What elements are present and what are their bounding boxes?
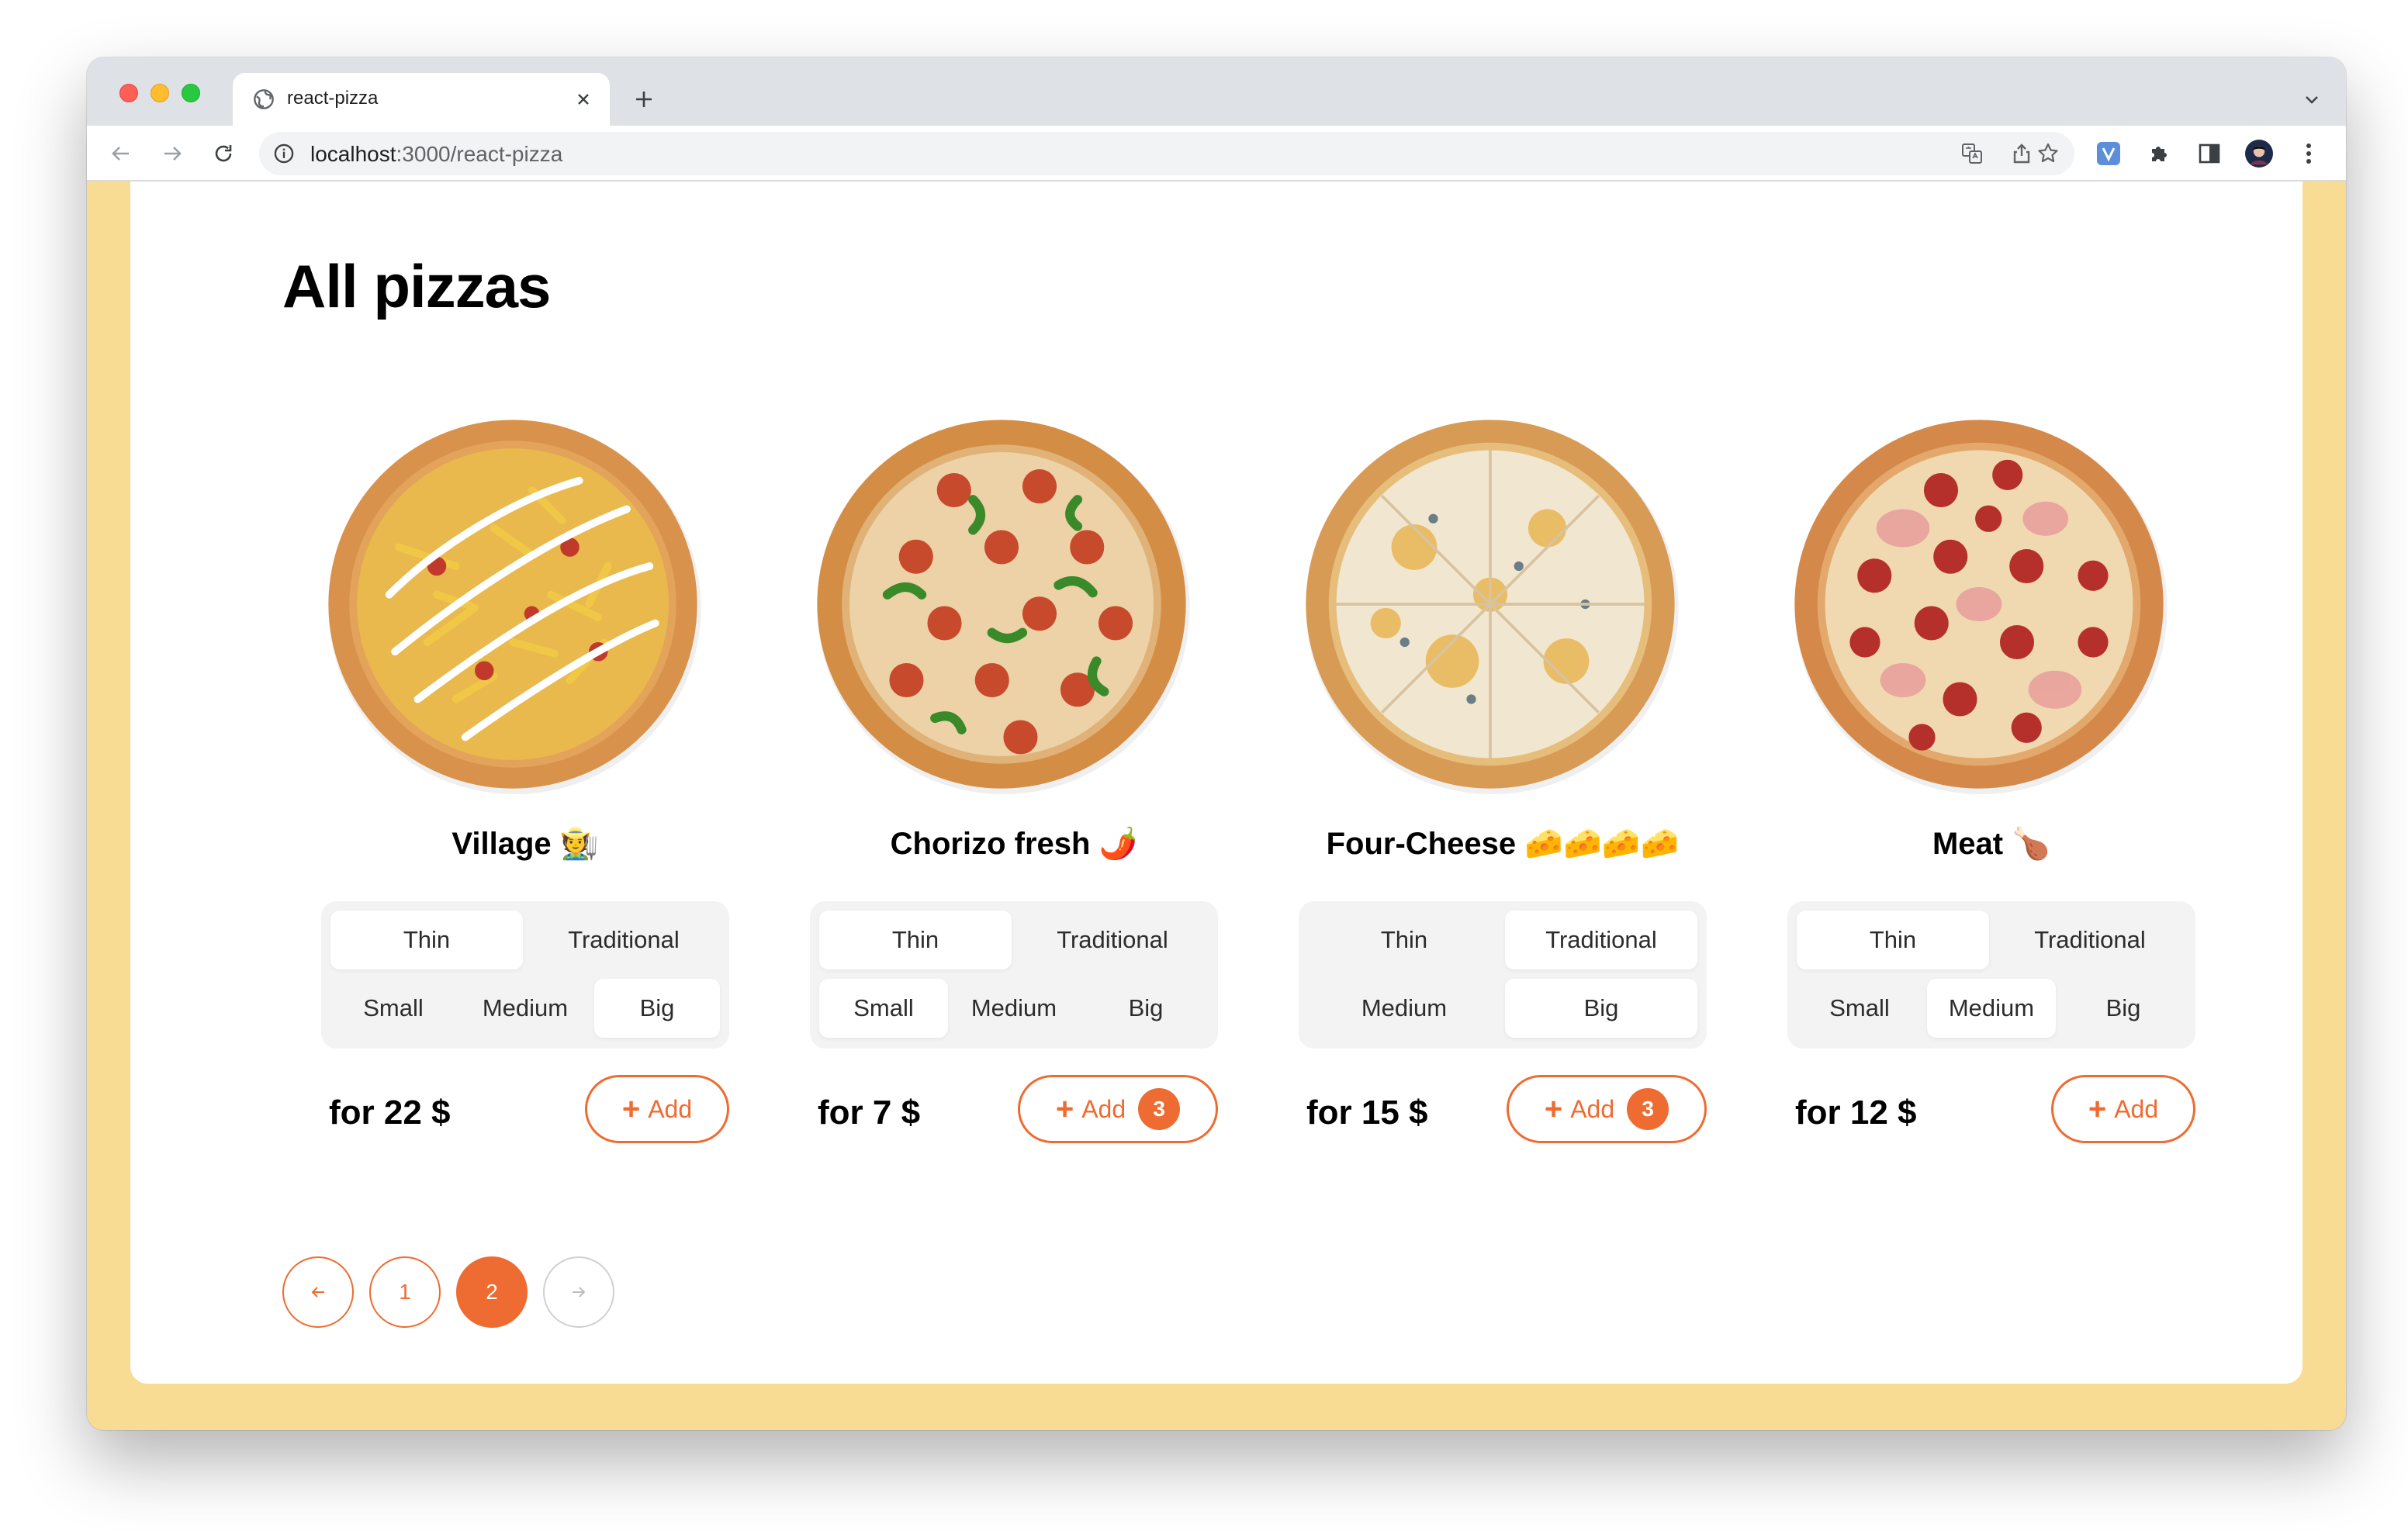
add-to-cart-button[interactable]: + Add 3 — [1507, 1075, 1707, 1143]
pizza-name: Meat 🍗 — [1932, 827, 2051, 861]
type-option-traditional[interactable]: Traditional — [1016, 911, 1209, 969]
more-menu-icon[interactable] — [2295, 140, 2323, 168]
url-text: localhost:3000/react-pizza — [310, 142, 562, 167]
pagination-next-button[interactable] — [543, 1256, 614, 1328]
size-option-small[interactable]: Small — [330, 979, 456, 1038]
translate-icon[interactable] — [1960, 141, 1984, 166]
pizza-price: for 22 $ — [329, 1094, 451, 1132]
size-option-big[interactable]: Big — [1083, 979, 1209, 1038]
pizza-name: Four-Cheese 🧀🧀🧀🧀 — [1326, 827, 1680, 861]
page-title: All pizzas — [282, 252, 551, 320]
size-option-small[interactable]: Small — [1797, 979, 1922, 1038]
url-path: :3000/react-pizza — [396, 142, 563, 166]
site-info-icon[interactable] — [273, 143, 295, 164]
pizza-name: Chorizo fresh 🌶️ — [890, 827, 1138, 861]
cart-count-badge: 3 — [1138, 1088, 1181, 1130]
size-option-big[interactable]: Big — [594, 979, 720, 1038]
pizza-options: Thin Traditional Small Medium Big — [1787, 901, 2195, 1049]
tab-search-chevron-icon[interactable] — [2298, 85, 2326, 113]
type-option-thin[interactable]: Thin — [1308, 911, 1500, 969]
share-icon[interactable] — [2009, 141, 2034, 166]
plus-icon: + — [2088, 1092, 2107, 1126]
pizza-card: Four-Cheese 🧀🧀🧀🧀 Thin Traditional Medium… — [1299, 414, 1707, 1143]
extension-v-icon[interactable] — [2095, 140, 2123, 168]
size-option-medium[interactable]: Medium — [1927, 979, 2056, 1038]
profile-avatar[interactable] — [2245, 140, 2273, 168]
type-option-traditional[interactable]: Traditional — [1505, 911, 1697, 969]
add-to-cart-button[interactable]: + Add — [585, 1075, 729, 1143]
pizza-price: for 7 $ — [818, 1094, 921, 1132]
add-label: Add — [1570, 1094, 1615, 1123]
globe-icon — [254, 89, 274, 109]
bookmark-star-icon[interactable] — [2036, 141, 2060, 166]
pizza-card: Village 🧑‍🌾 Thin Traditional Small Mediu… — [321, 414, 729, 1143]
pizza-options: Thin Traditional Medium Big — [1299, 901, 1707, 1049]
pizza-image — [1794, 420, 2168, 794]
plus-icon: + — [1544, 1092, 1563, 1126]
pizza-card: Meat 🍗 Thin Traditional Small Medium Big… — [1787, 414, 2195, 1143]
close-window-button[interactable] — [119, 84, 138, 102]
size-option-big[interactable]: Big — [2060, 979, 2186, 1038]
pizza-image — [328, 420, 701, 794]
tab-title: react-pizza — [287, 88, 379, 109]
add-label: Add — [648, 1094, 693, 1123]
page-viewport: All pizzas Village 🧑‍🌾 — [87, 181, 2346, 1430]
size-option-medium[interactable]: Medium — [1308, 979, 1500, 1038]
browser-toolbar: localhost:3000/react-pizza — [87, 126, 2346, 181]
type-option-thin[interactable]: Thin — [819, 911, 1012, 969]
pagination-page-1[interactable]: 1 — [369, 1256, 441, 1328]
plus-icon: + — [1055, 1092, 1074, 1126]
tab-bar: react-pizza — [87, 57, 2346, 126]
pizza-price: for 12 $ — [1795, 1094, 1917, 1132]
cart-count-badge: 3 — [1627, 1088, 1669, 1130]
type-option-thin[interactable]: Thin — [1797, 911, 1989, 969]
pizza-options: Thin Traditional Small Medium Big — [321, 901, 729, 1049]
pagination-page-2[interactable]: 2 — [456, 1256, 528, 1328]
pizza-price: for 15 $ — [1306, 1094, 1428, 1132]
pizza-image — [1306, 420, 1679, 794]
size-option-medium[interactable]: Medium — [461, 979, 590, 1038]
plus-icon: + — [621, 1092, 641, 1126]
url-host: localhost — [310, 142, 396, 166]
address-bar[interactable]: localhost:3000/react-pizza — [259, 132, 2074, 175]
maximize-window-button[interactable] — [182, 84, 200, 102]
minimize-window-button[interactable] — [150, 84, 169, 102]
pizza-options: Thin Traditional Small Medium Big — [810, 901, 1218, 1049]
pizza-name: Village 🧑‍🌾 — [452, 827, 599, 861]
back-arrow-icon[interactable] — [104, 137, 138, 171]
forward-arrow-icon[interactable] — [155, 137, 189, 171]
pagination-prev-button[interactable] — [282, 1256, 354, 1328]
browser-tab[interactable]: react-pizza — [233, 73, 610, 126]
size-option-big[interactable]: Big — [1505, 979, 1697, 1038]
add-to-cart-button[interactable]: + Add — [2051, 1075, 2195, 1143]
add-label: Add — [1081, 1094, 1126, 1123]
close-tab-icon[interactable] — [571, 87, 596, 112]
type-option-traditional[interactable]: Traditional — [1994, 911, 2186, 969]
size-option-small[interactable]: Small — [819, 979, 948, 1038]
browser-window: react-pizza localhost:3000/react-pizza A… — [87, 57, 2346, 1430]
extensions-puzzle-icon[interactable] — [2146, 140, 2174, 168]
size-option-medium[interactable]: Medium — [950, 979, 1078, 1038]
arrow-right-icon — [573, 1287, 586, 1298]
arrow-left-icon — [311, 1287, 324, 1298]
pizza-image — [817, 420, 1190, 794]
add-label: Add — [2114, 1094, 2159, 1123]
reload-icon[interactable] — [206, 137, 240, 171]
pizza-card: Chorizo fresh 🌶️ Thin Traditional Small … — [810, 414, 1218, 1143]
type-option-thin[interactable]: Thin — [330, 911, 523, 969]
content-panel: All pizzas Village 🧑‍🌾 — [130, 181, 2302, 1384]
side-panel-icon[interactable] — [2195, 140, 2223, 168]
type-option-traditional[interactable]: Traditional — [528, 911, 720, 969]
new-tab-icon[interactable] — [628, 84, 659, 115]
add-to-cart-button[interactable]: + Add 3 — [1018, 1075, 1218, 1143]
